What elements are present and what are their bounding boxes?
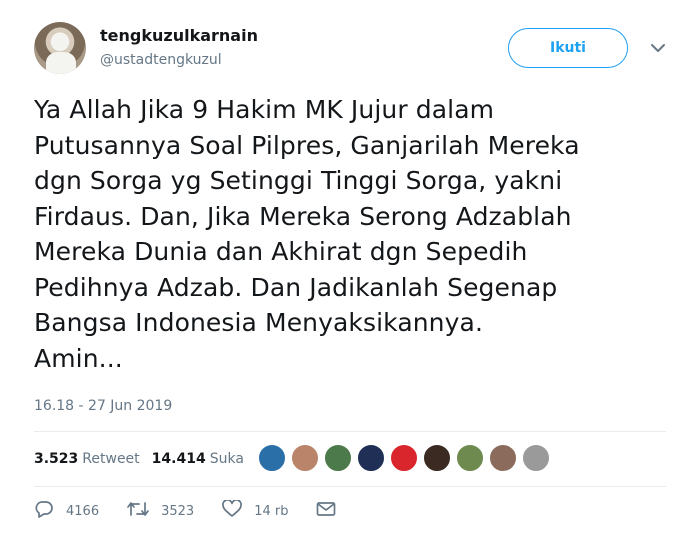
like-label[interactable]: Suka — [210, 451, 244, 467]
liker-avatar[interactable] — [291, 444, 319, 472]
like-button[interactable]: 14 rb — [222, 499, 289, 522]
liker-avatars — [258, 444, 555, 474]
retweet-icon — [127, 501, 161, 521]
reply-count: 4166 — [66, 503, 100, 519]
display-name[interactable]: tengkuzulkarnain — [100, 26, 258, 45]
user-handle[interactable]: @ustadtengkuzul — [100, 52, 222, 68]
retweet-action-count: 3523 — [161, 503, 195, 519]
liker-avatar[interactable] — [456, 444, 484, 472]
like-action-count: 14 rb — [254, 503, 289, 519]
divider — [34, 431, 666, 432]
tweet-header: tengkuzulkarnain @ustadtengkuzul Ikuti — [34, 22, 670, 78]
chevron-down-icon[interactable] — [646, 36, 670, 60]
message-button[interactable] — [316, 501, 348, 521]
liker-avatar[interactable] — [324, 444, 352, 472]
liker-avatar[interactable] — [258, 444, 286, 472]
reply-button[interactable]: 4166 — [34, 500, 99, 522]
liker-avatar[interactable] — [357, 444, 385, 472]
divider — [34, 486, 666, 487]
liker-avatar[interactable] — [390, 444, 418, 472]
liker-avatar[interactable] — [522, 444, 550, 472]
avatar[interactable] — [34, 22, 86, 74]
follow-button[interactable]: Ikuti — [508, 28, 628, 68]
heart-icon — [222, 499, 254, 522]
retweet-count[interactable]: 3.523 — [34, 451, 78, 467]
tweet-text: Ya Allah Jika 9 Hakim MK Jujur dalam Put… — [34, 95, 580, 373]
tweet-actions: 4166 3523 14 rb — [34, 498, 376, 524]
reply-icon — [34, 500, 66, 522]
retweet-button[interactable]: 3523 — [127, 501, 194, 521]
engagement-stats: 3.523 Retweet 14.414 Suka — [34, 447, 256, 471]
tweet-timestamp[interactable]: 16.18 - 27 Jun 2019 — [34, 398, 172, 414]
like-count[interactable]: 14.414 — [152, 451, 206, 467]
retweet-label[interactable]: Retweet — [82, 451, 139, 467]
envelope-icon — [316, 501, 348, 521]
liker-avatar[interactable] — [489, 444, 517, 472]
liker-avatar[interactable] — [423, 444, 451, 472]
